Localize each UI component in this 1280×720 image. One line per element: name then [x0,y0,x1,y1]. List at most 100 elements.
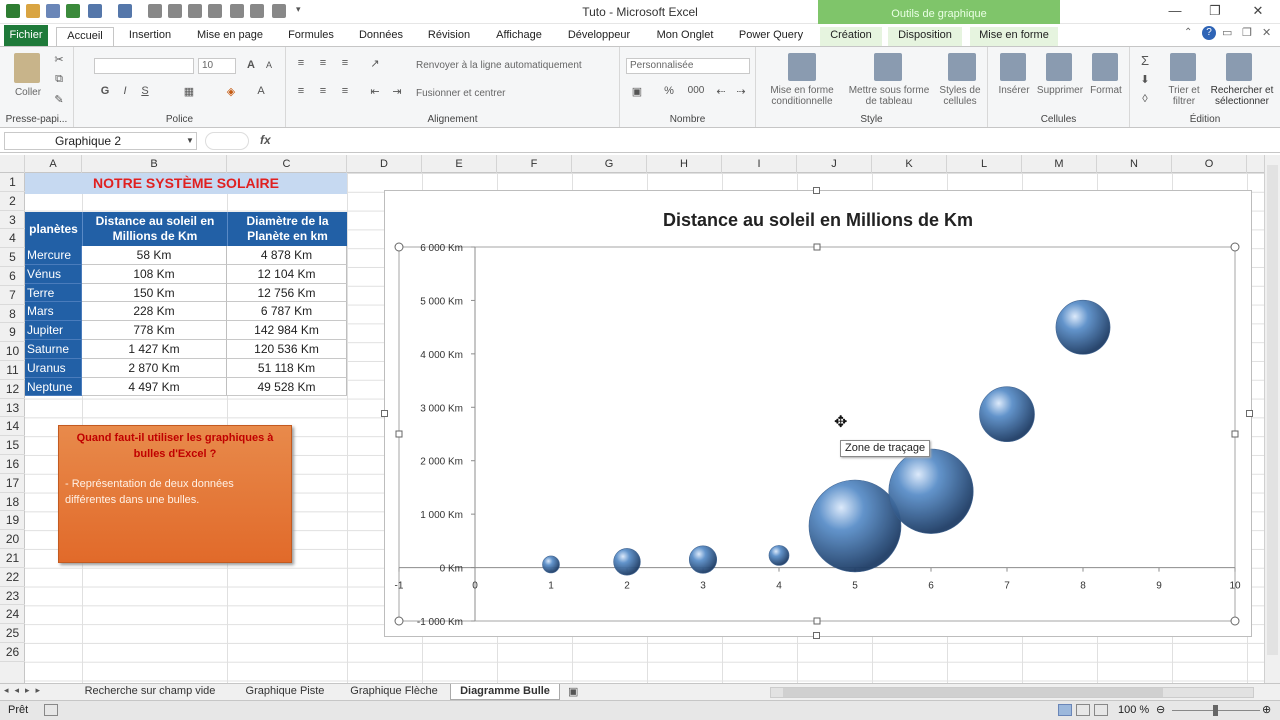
row-header[interactable]: 7 [0,286,25,305]
row-header[interactable]: 10 [0,342,25,361]
distance-cell[interactable]: 1 427 Km [82,340,227,359]
resize-handle[interactable] [1246,410,1253,417]
bubble[interactable] [542,555,560,574]
vertical-scrollbar[interactable] [1264,155,1280,683]
row-header[interactable]: 6 [0,267,25,286]
insert-cells-button[interactable]: Insérer [992,85,1036,96]
qat-tool-icon[interactable] [168,4,182,18]
find-select-button[interactable]: Rechercher et sélectionner [1204,85,1280,107]
page-layout-view-icon[interactable] [1076,704,1090,716]
excel-icon[interactable] [66,4,80,18]
column-header[interactable]: F [497,155,572,173]
delete-cells-icon[interactable] [1046,53,1072,81]
plot-handle[interactable] [1230,616,1240,626]
plot-area[interactable] [398,246,1236,622]
bubble[interactable] [1055,299,1111,355]
header-distance[interactable]: Distance au soleil en Millions de Km [82,212,227,246]
diameter-cell[interactable]: 6 787 Km [227,302,347,322]
align-right-icon[interactable]: ≡ [338,85,352,97]
autosum-icon[interactable]: Σ [1138,53,1152,68]
diameter-cell[interactable]: 120 536 Km [227,340,347,359]
column-header[interactable]: G [572,155,647,173]
align-top-icon[interactable]: ≡ [294,57,308,69]
row-header[interactable]: 22 [0,568,25,587]
row-header[interactable]: 25 [0,624,25,643]
horizontal-scrollbar[interactable] [770,687,1254,698]
header-diameter[interactable]: Diamètre de la Planète en km [227,212,347,246]
shrink-font-icon[interactable]: A [262,60,276,72]
number-format-combo[interactable]: Personnalisée [626,58,750,74]
tab-revision[interactable]: Révision [420,27,478,46]
qat-tool-icon[interactable] [230,4,244,18]
sheet-tab[interactable]: Graphique Flèche [340,684,448,700]
planet-name-cell[interactable]: Saturne [25,340,82,359]
planet-name-cell[interactable]: Terre [25,283,82,303]
fill-color-icon[interactable]: ◈ [224,85,238,98]
plot-handle[interactable] [1230,242,1240,252]
column-header[interactable]: B [82,155,227,173]
sort-filter-button[interactable]: Trier et filtrer [1164,85,1204,107]
thousands-button[interactable]: 000 [684,85,708,97]
tab-disposition[interactable]: Disposition [888,27,962,46]
distance-cell[interactable]: 4 497 Km [82,377,227,397]
italic-button[interactable]: I [118,85,132,97]
diameter-cell[interactable]: 49 528 Km [227,377,347,397]
column-header[interactable]: J [797,155,872,173]
column-header[interactable]: L [947,155,1022,173]
page-break-view-icon[interactable] [1094,704,1108,716]
cell-styles-button[interactable]: Styles de cellules [934,85,986,107]
resize-handle[interactable] [813,187,820,194]
save-icon[interactable] [46,4,60,18]
normal-view-icon[interactable] [1058,704,1072,716]
plot-handle[interactable] [813,243,821,251]
font-name-combo[interactable] [94,58,194,74]
row-header[interactable]: 17 [0,474,25,493]
copy-icon[interactable]: ⧉ [52,73,66,85]
align-bottom-icon[interactable]: ≡ [338,57,352,69]
close-small-icon[interactable]: ✕ [1262,26,1271,39]
row-header[interactable]: 19 [0,511,25,531]
plot-handle[interactable] [813,617,821,625]
align-left-icon[interactable]: ≡ [294,85,308,97]
borders-icon[interactable]: ▦ [182,85,196,98]
tab-donnees[interactable]: Données [352,27,410,46]
distance-cell[interactable]: 150 Km [82,283,227,303]
column-header[interactable]: I [722,155,797,173]
row-header[interactable]: 8 [0,305,25,324]
planet-name-cell[interactable]: Uranus [25,358,82,378]
distance-cell[interactable]: 108 Km [82,264,227,284]
diameter-cell[interactable]: 51 118 Km [227,358,347,378]
column-header[interactable]: C [227,155,347,173]
min-icon[interactable]: ▭ [1222,26,1232,39]
format-cells-icon[interactable] [1092,53,1118,81]
header-planets[interactable]: planètes [25,212,82,246]
bubble[interactable] [688,545,718,574]
qat-tool-icon[interactable] [188,4,202,18]
scroll-thumb[interactable] [783,688,1163,697]
qat-tool-icon[interactable] [250,4,264,18]
bubble[interactable] [979,386,1035,443]
formula-input[interactable] [280,132,1260,150]
diameter-cell[interactable]: 142 984 Km [227,321,347,340]
bubble[interactable] [888,448,974,534]
increase-indent-icon[interactable]: ⇥ [390,85,404,98]
column-header[interactable]: K [872,155,947,173]
sheet-tab[interactable]: Graphique Piste [232,684,338,700]
merge-center-button[interactable]: Fusionner et centrer [416,88,616,99]
distance-cell[interactable]: 2 870 Km [82,358,227,378]
plot-handle[interactable] [1231,430,1239,438]
sort-filter-icon[interactable] [1170,53,1196,81]
tab-power-query[interactable]: Power Query [732,27,810,46]
column-header[interactable]: N [1097,155,1172,173]
bubble[interactable] [613,548,641,576]
minimize-icon[interactable]: — [1162,3,1188,21]
cut-icon[interactable]: ✂ [52,53,66,66]
sheet-tab-active[interactable]: Diagramme Bulle [450,684,560,700]
plot-handle[interactable] [394,242,404,252]
resize-handle[interactable] [813,632,820,639]
grow-font-icon[interactable]: A [244,59,258,71]
chart-svg[interactable]: Distance au soleil en Millions de Km -1 0… [385,191,1251,636]
row-header[interactable]: 5 [0,248,25,267]
diameter-cell[interactable]: 4 878 Km [227,246,347,265]
chart-title[interactable]: Distance au soleil en Millions de Km [663,210,973,230]
